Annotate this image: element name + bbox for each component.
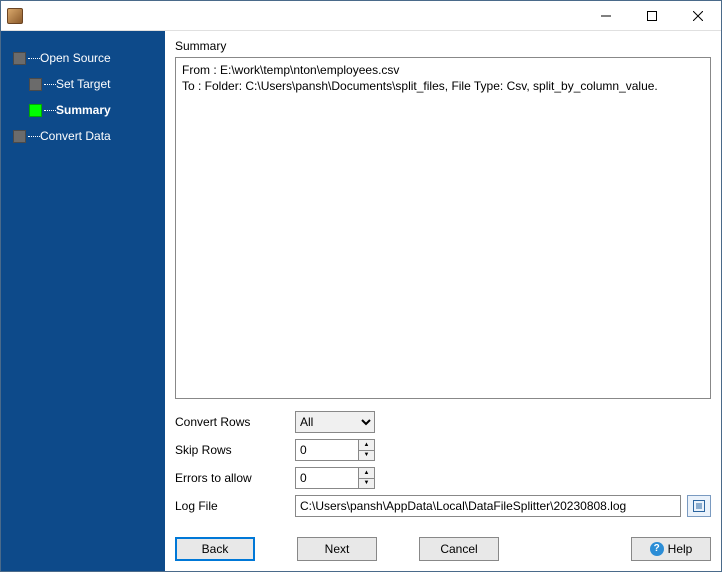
errors-allow-input[interactable] — [296, 468, 358, 488]
errors-allow-row: Errors to allow ▲ ▼ — [175, 467, 711, 489]
summary-line-to: To : Folder: C:\Users\pansh\Documents\sp… — [182, 78, 704, 94]
minimize-button[interactable] — [583, 1, 629, 30]
convert-rows-select[interactable]: All — [295, 411, 375, 433]
log-file-row: Log File — [175, 495, 711, 517]
options-panel: Convert Rows All Skip Rows ▲ — [175, 411, 711, 523]
nav-marker-icon — [29, 104, 42, 117]
nav-connector — [44, 84, 56, 85]
skip-rows-row: Skip Rows ▲ ▼ — [175, 439, 711, 461]
sidebar-item-label: Summary — [56, 103, 111, 117]
next-button[interactable]: Next — [297, 537, 377, 561]
titlebar-controls — [583, 1, 721, 30]
browse-icon — [692, 499, 706, 513]
errors-allow-spinner: ▲ ▼ — [295, 467, 375, 489]
skip-rows-down[interactable]: ▼ — [359, 451, 374, 461]
log-file-input[interactable] — [295, 495, 681, 517]
summary-line-from: From : E:\work\temp\nton\employees.csv — [182, 62, 704, 78]
nav-connector — [28, 58, 40, 59]
sidebar-item-set-target[interactable]: Set Target — [1, 71, 165, 97]
sidebar: Open Source Set Target Summary Convert D… — [1, 31, 165, 571]
skip-rows-spinner: ▲ ▼ — [295, 439, 375, 461]
convert-rows-row: Convert Rows All — [175, 411, 711, 433]
summary-textbox[interactable]: From : E:\work\temp\nton\employees.csv T… — [175, 57, 711, 399]
help-icon: ? — [650, 542, 664, 556]
button-row: Back Next Cancel ? Help — [175, 537, 711, 561]
log-file-browse-button[interactable] — [687, 495, 711, 517]
nav-marker-icon — [29, 78, 42, 91]
sidebar-item-label: Convert Data — [40, 129, 111, 143]
content: Open Source Set Target Summary Convert D… — [1, 31, 721, 571]
main-panel: Summary From : E:\work\temp\nton\employe… — [165, 31, 721, 571]
errors-allow-up[interactable]: ▲ — [359, 468, 374, 479]
sidebar-item-label: Set Target — [56, 77, 110, 91]
skip-rows-label: Skip Rows — [175, 443, 295, 457]
help-button[interactable]: ? Help — [631, 537, 711, 561]
skip-rows-up[interactable]: ▲ — [359, 440, 374, 451]
nav-marker-icon — [13, 130, 26, 143]
app-window: Open Source Set Target Summary Convert D… — [0, 0, 722, 572]
sidebar-item-label: Open Source — [40, 51, 111, 65]
close-button[interactable] — [675, 1, 721, 30]
back-button[interactable]: Back — [175, 537, 255, 561]
errors-allow-label: Errors to allow — [175, 471, 295, 485]
log-file-label: Log File — [175, 499, 295, 513]
maximize-button[interactable] — [629, 1, 675, 30]
errors-allow-down[interactable]: ▼ — [359, 479, 374, 489]
next-button-label: Next — [325, 542, 350, 556]
titlebar-left — [1, 8, 23, 24]
titlebar — [1, 1, 721, 31]
app-icon — [7, 8, 23, 24]
sidebar-item-open-source[interactable]: Open Source — [1, 45, 165, 71]
nav-marker-icon — [13, 52, 26, 65]
back-button-label: Back — [202, 542, 229, 556]
cancel-button[interactable]: Cancel — [419, 537, 499, 561]
skip-rows-input[interactable] — [296, 440, 358, 460]
sidebar-item-summary[interactable]: Summary — [1, 97, 165, 123]
convert-rows-label: Convert Rows — [175, 415, 295, 429]
section-title: Summary — [175, 39, 711, 53]
help-button-label: Help — [668, 542, 693, 556]
cancel-button-label: Cancel — [440, 542, 477, 556]
sidebar-item-convert-data[interactable]: Convert Data — [1, 123, 165, 149]
nav-connector — [44, 110, 56, 111]
nav-connector — [28, 136, 40, 137]
